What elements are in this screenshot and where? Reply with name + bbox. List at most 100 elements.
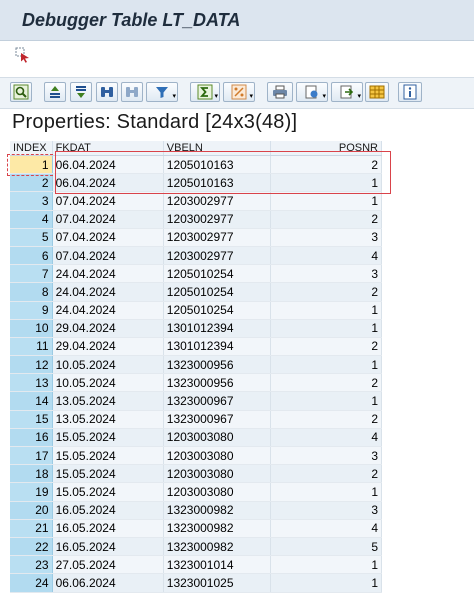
posnr-cell[interactable]: 2 [270, 373, 383, 393]
posnr-cell[interactable]: 1 [270, 482, 383, 502]
row-index-cell[interactable]: 2 [10, 173, 53, 193]
find-button[interactable] [96, 82, 118, 102]
vbeln-cell[interactable]: 1203003080 [163, 428, 271, 448]
row-index-cell[interactable]: 24 [10, 573, 53, 593]
posnr-cell[interactable]: 2 [270, 464, 383, 484]
export-button[interactable]: ▾ [331, 82, 363, 102]
posnr-cell[interactable]: 2 [270, 282, 383, 302]
views-button[interactable]: ▾ [296, 82, 328, 102]
posnr-cell[interactable]: 4 [270, 246, 383, 266]
fkdat-cell[interactable]: 07.04.2024 [52, 210, 164, 229]
fkdat-cell[interactable]: 15.05.2024 [52, 482, 164, 502]
row-index-cell[interactable]: 11 [10, 337, 53, 357]
find-next-button[interactable] [121, 82, 143, 102]
row-index-cell[interactable]: 12 [10, 355, 53, 375]
table-row[interactable]: 18 15.05.2024 1203003080 2 [10, 464, 383, 484]
table-row[interactable]: 24 06.06.2024 1323001025 1 [10, 573, 383, 593]
vbeln-cell[interactable]: 1205010254 [163, 264, 271, 284]
row-index-cell[interactable]: 16 [10, 428, 53, 448]
layout-button[interactable] [365, 82, 389, 102]
posnr-cell[interactable]: 4 [270, 519, 383, 538]
table-row[interactable]: 15 13.05.2024 1323000967 2 [10, 410, 383, 429]
row-index-cell[interactable]: 17 [10, 446, 53, 466]
select-cursor-icon[interactable] [14, 46, 32, 64]
table-row[interactable]: 22 16.05.2024 1323000982 5 [10, 537, 383, 557]
row-index-cell[interactable]: 23 [10, 555, 53, 575]
posnr-cell[interactable]: 3 [270, 501, 383, 520]
posnr-cell[interactable]: 1 [270, 355, 383, 375]
posnr-cell[interactable]: 1 [270, 555, 383, 575]
fkdat-cell[interactable]: 29.04.2024 [52, 319, 164, 338]
table-row[interactable]: 21 16.05.2024 1323000982 4 [10, 519, 383, 538]
table-row[interactable]: 8 24.04.2024 1205010254 2 [10, 282, 383, 302]
fkdat-cell[interactable]: 27.05.2024 [52, 555, 164, 575]
table-row[interactable]: 6 07.04.2024 1203002977 4 [10, 246, 383, 266]
table-row[interactable]: 14 13.05.2024 1323000967 1 [10, 391, 383, 411]
vbeln-cell[interactable]: 1323000967 [163, 410, 271, 429]
subtotal-button[interactable]: ▾ [223, 82, 255, 102]
table-row[interactable]: 5 07.04.2024 1203002977 3 [10, 228, 383, 247]
table-row[interactable]: 12 10.05.2024 1323000956 1 [10, 355, 383, 375]
row-index-cell[interactable]: 22 [10, 537, 53, 557]
table-row[interactable]: 19 15.05.2024 1203003080 1 [10, 482, 383, 502]
vbeln-cell[interactable]: 1205010254 [163, 301, 271, 320]
fkdat-cell[interactable]: 07.04.2024 [52, 191, 164, 211]
fkdat-cell[interactable]: 24.04.2024 [52, 301, 164, 320]
vbeln-cell[interactable]: 1301012394 [163, 337, 271, 357]
posnr-cell[interactable]: 3 [270, 264, 383, 284]
fkdat-cell[interactable]: 10.05.2024 [52, 355, 164, 375]
table-row[interactable]: 9 24.04.2024 1205010254 1 [10, 301, 383, 320]
posnr-cell[interactable]: 2 [270, 210, 383, 229]
table-row[interactable]: 3 07.04.2024 1203002977 1 [10, 191, 383, 211]
row-index-cell[interactable]: 15 [10, 410, 53, 429]
fkdat-cell[interactable]: 07.04.2024 [52, 246, 164, 266]
posnr-cell[interactable]: 1 [270, 573, 383, 593]
row-index-cell[interactable]: 4 [10, 210, 53, 229]
sort-descending-button[interactable] [70, 82, 92, 102]
vbeln-cell[interactable]: 1323001025 [163, 573, 271, 593]
row-index-cell[interactable]: 19 [10, 482, 53, 502]
posnr-cell[interactable]: 1 [270, 319, 383, 338]
vbeln-cell[interactable]: 1203002977 [163, 228, 271, 247]
fkdat-cell[interactable]: 29.04.2024 [52, 337, 164, 357]
fkdat-cell[interactable]: 15.05.2024 [52, 446, 164, 466]
vbeln-cell[interactable]: 1301012394 [163, 319, 271, 338]
table-row[interactable]: 20 16.05.2024 1323000982 3 [10, 501, 383, 520]
info-button[interactable] [398, 82, 422, 102]
posnr-cell[interactable]: 5 [270, 537, 383, 557]
table-row[interactable]: 10 29.04.2024 1301012394 1 [10, 319, 383, 338]
vbeln-cell[interactable]: 1323000982 [163, 501, 271, 520]
fkdat-cell[interactable]: 07.04.2024 [52, 228, 164, 247]
print-button[interactable] [267, 82, 293, 102]
fkdat-cell[interactable]: 24.04.2024 [52, 264, 164, 284]
vbeln-cell[interactable]: 1323000956 [163, 355, 271, 375]
table-row[interactable]: 23 27.05.2024 1323001014 1 [10, 555, 383, 575]
posnr-cell[interactable]: 3 [270, 446, 383, 466]
posnr-cell[interactable]: 1 [270, 301, 383, 320]
fkdat-cell[interactable]: 13.05.2024 [52, 410, 164, 429]
posnr-cell[interactable]: 4 [270, 428, 383, 448]
fkdat-cell[interactable]: 10.05.2024 [52, 373, 164, 393]
fkdat-cell[interactable]: 16.05.2024 [52, 501, 164, 520]
fkdat-cell[interactable]: 16.05.2024 [52, 537, 164, 557]
total-button[interactable]: ▾ [190, 82, 220, 102]
vbeln-cell[interactable]: 1323000956 [163, 373, 271, 393]
vbeln-cell[interactable]: 1323000982 [163, 519, 271, 538]
sort-ascending-button[interactable] [44, 82, 66, 102]
vbeln-cell[interactable]: 1203003080 [163, 446, 271, 466]
vbeln-cell[interactable]: 1323000967 [163, 391, 271, 411]
vbeln-cell[interactable]: 1203002977 [163, 210, 271, 229]
posnr-cell[interactable]: 1 [270, 391, 383, 411]
table-row[interactable]: 16 15.05.2024 1203003080 4 [10, 428, 383, 448]
table-row[interactable]: 7 24.04.2024 1205010254 3 [10, 264, 383, 284]
vbeln-cell[interactable]: 1203003080 [163, 482, 271, 502]
row-index-cell[interactable]: 5 [10, 228, 53, 247]
row-index-cell[interactable]: 3 [10, 191, 53, 211]
vbeln-cell[interactable]: 1203003080 [163, 464, 271, 484]
row-index-cell[interactable]: 7 [10, 264, 53, 284]
fkdat-cell[interactable]: 15.05.2024 [52, 464, 164, 484]
fkdat-cell[interactable]: 06.06.2024 [52, 573, 164, 593]
table-row[interactable]: 11 29.04.2024 1301012394 2 [10, 337, 383, 357]
fkdat-cell[interactable]: 24.04.2024 [52, 282, 164, 302]
fkdat-cell[interactable]: 15.05.2024 [52, 428, 164, 448]
